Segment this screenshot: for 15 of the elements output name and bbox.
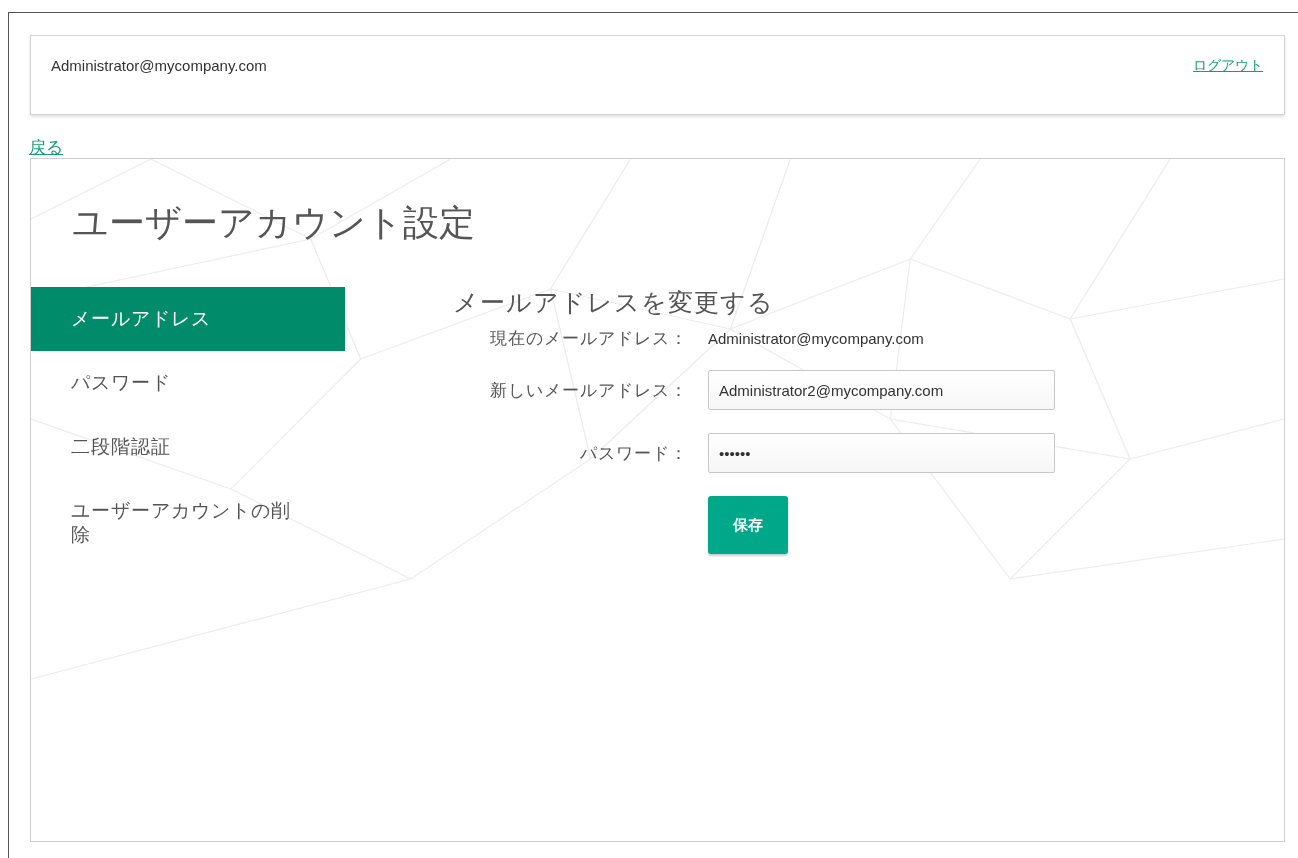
- field-label: 現在のメールアドレス：: [489, 328, 689, 350]
- current-email: Administrator@mycompany.com: [708, 330, 924, 347]
- sidebar-item[interactable]: ユーザーアカウントの削除: [31, 479, 345, 567]
- back-link[interactable]: 戻る: [29, 138, 63, 158]
- sidebar-item[interactable]: 二段階認証: [31, 415, 345, 479]
- field-label: パスワード：: [579, 442, 689, 465]
- logout-link[interactable]: ログアウト: [1193, 57, 1263, 75]
- field-label: 新しいメールアドレス：: [489, 379, 689, 402]
- sidebar-item[interactable]: パスワード: [31, 351, 345, 415]
- user-email: Administrator@mycompany.com: [51, 57, 267, 74]
- sidebar-item[interactable]: メールアドレス: [31, 287, 345, 351]
- input-field[interactable]: Administrator2@mycompany.com: [708, 370, 1055, 410]
- input-field[interactable]: ••••••: [708, 433, 1055, 473]
- section-title: メールアドレスを変更する: [453, 287, 775, 317]
- page-title: ユーザーアカウント設定: [71, 201, 476, 245]
